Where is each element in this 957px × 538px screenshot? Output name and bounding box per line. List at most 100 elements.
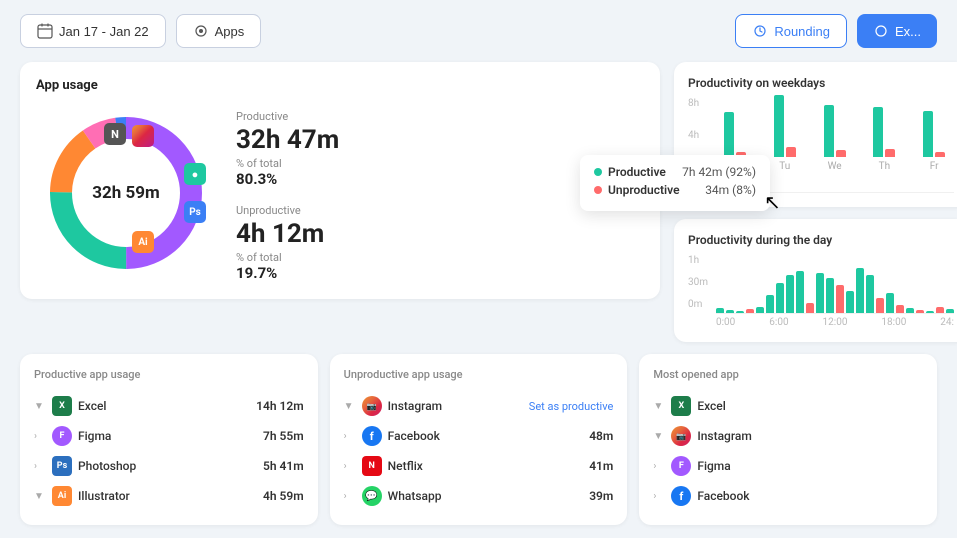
export-label: Ex... <box>895 24 921 39</box>
bar-h20 <box>916 310 924 313</box>
chevron-instagram: ▼ <box>344 401 356 412</box>
productive-label: Productive <box>236 110 339 123</box>
header: Jan 17 - Jan 22 Apps Rounding <box>0 0 957 62</box>
label-fr: Fr <box>930 161 939 172</box>
x-18: 18:00 <box>881 317 906 328</box>
day-chart-card: Productivity during the day 1h 30m 0m <box>674 219 957 342</box>
instagram-icon-badge <box>132 125 154 147</box>
facebook-icon: f <box>362 426 382 446</box>
bar-h6 <box>776 283 784 313</box>
ai-name: Illustrator <box>78 489 257 503</box>
excel-name: Excel <box>78 399 250 413</box>
day-y-labels: 1h 30m 0m <box>688 255 708 310</box>
bar-h12 <box>836 285 844 313</box>
bar-h15 <box>866 275 874 313</box>
apps-button[interactable]: Apps <box>176 14 262 48</box>
netflix-time: 41m <box>589 459 613 473</box>
figma-name: Figma <box>78 429 257 443</box>
chevron-most-facebook: › <box>653 491 665 502</box>
chevron-whatsapp: › <box>344 491 356 502</box>
most-excel-name: Excel <box>697 399 923 413</box>
app-usage-title: App usage <box>36 78 216 93</box>
bar-red-th <box>885 149 895 157</box>
bar-pair-we <box>824 105 846 157</box>
day-bars-container: 0:00 6:00 12:00 18:00 24: <box>716 259 954 328</box>
bar-green-mo <box>724 112 734 157</box>
tooltip-productive-dot <box>594 168 602 176</box>
rounding-icon <box>752 23 768 39</box>
chevron-most-excel: ▼ <box>653 401 665 412</box>
day-chart-title: Productivity during the day <box>688 233 954 247</box>
bar-h11 <box>826 278 834 313</box>
bar-h13 <box>846 291 854 313</box>
day-chart-body: 1h 30m 0m <box>688 255 954 328</box>
whatsapp-icon: 💬 <box>362 486 382 506</box>
bar-h8 <box>796 271 804 313</box>
x-24: 24: <box>940 317 954 328</box>
tooltip-productive-label: Productive <box>608 165 676 179</box>
productive-pct: 80.3% <box>236 170 339 188</box>
bar-group-th: Th <box>864 107 904 172</box>
ps-time: 5h 41m <box>263 459 304 473</box>
most-instagram-icon: 📷 <box>671 426 691 446</box>
most-opened-instagram: ▼ 📷 Instagram <box>653 421 923 451</box>
facebook-name: Facebook <box>388 429 584 443</box>
apps-label: Apps <box>215 24 245 39</box>
bar-h10 <box>816 273 824 313</box>
day-x-labels: 0:00 6:00 12:00 18:00 24: <box>716 317 954 328</box>
unproductive-apps-title: Unproductive app usage <box>344 368 614 381</box>
y-0m: 0m <box>688 299 708 310</box>
bottom-row: Productive app usage ▼ X Excel 14h 12m ›… <box>0 354 957 525</box>
weekday-chart-title: Productivity on weekdays <box>688 76 954 90</box>
list-item-whatsapp: › 💬 Whatsapp 39m <box>344 481 614 511</box>
bar-h5 <box>766 295 774 313</box>
most-figma-icon: F <box>671 456 691 476</box>
ai-time: 4h 59m <box>263 489 304 503</box>
export-icon <box>873 23 889 39</box>
figma-icon: F <box>52 426 72 446</box>
tooltip-unproductive-dot <box>594 186 602 194</box>
stats-section: Productive 32h 47m % of total 80.3% Unpr… <box>236 78 339 283</box>
ai-icon-badge: Ai <box>132 231 154 253</box>
bar-h0 <box>716 308 724 313</box>
most-opened-figma: › F Figma <box>653 451 923 481</box>
excel-time: 14h 12m <box>256 399 304 413</box>
most-excel-icon: X <box>671 396 691 416</box>
facebook-time: 48m <box>589 429 613 443</box>
most-figma-name: Figma <box>697 459 923 473</box>
apps-icon <box>193 23 209 39</box>
day-bars <box>716 259 954 314</box>
unproductive-label: Unproductive <box>236 204 339 217</box>
tooltip-productive-value: 7h 42m (92%) <box>682 165 756 179</box>
main-content: App usage <box>0 62 957 342</box>
rounding-button[interactable]: Rounding <box>735 14 847 48</box>
list-item-netflix: › N Netflix 41m <box>344 451 614 481</box>
label-th: Th <box>879 161 890 172</box>
date-range-button[interactable]: Jan 17 - Jan 22 <box>20 14 166 48</box>
bar-pair-th <box>873 107 895 157</box>
bar-h16 <box>876 298 884 313</box>
donut-container: 32h 59m N ● Ps <box>36 103 216 283</box>
bar-h3 <box>746 309 754 313</box>
header-left: Jan 17 - Jan 22 Apps <box>20 14 723 48</box>
bar-h19 <box>906 308 914 313</box>
set-productive-btn[interactable]: Set as productive <box>529 400 614 413</box>
export-button[interactable]: Ex... <box>857 14 937 48</box>
unproductive-pct: 19.7% <box>236 264 339 282</box>
header-right: Rounding Ex... <box>735 14 937 48</box>
tooltip-unproductive-label: Unproductive <box>608 183 699 197</box>
green-app-badge: ● <box>184 163 206 185</box>
unproductive-apps-card: Unproductive app usage ▼ 📷 Instagram Set… <box>330 354 628 525</box>
bar-green-th <box>873 107 883 157</box>
productive-apps-title: Productive app usage <box>34 368 304 381</box>
label-we: We <box>828 161 842 172</box>
most-opened-title: Most opened app <box>653 368 923 381</box>
most-opened-card: Most opened app ▼ X Excel ▼ 📷 Instagram … <box>639 354 937 525</box>
y-30m: 30m <box>688 277 708 288</box>
productive-time: 32h 47m <box>236 125 339 155</box>
bar-group-tu: Tu <box>765 95 805 172</box>
unproductive-pct-label: % of total <box>236 251 339 264</box>
whatsapp-name: Whatsapp <box>388 489 584 503</box>
list-item-photoshop: › Ps Photoshop 5h 41m <box>34 451 304 481</box>
bar-group-fr: Fr <box>914 111 954 172</box>
